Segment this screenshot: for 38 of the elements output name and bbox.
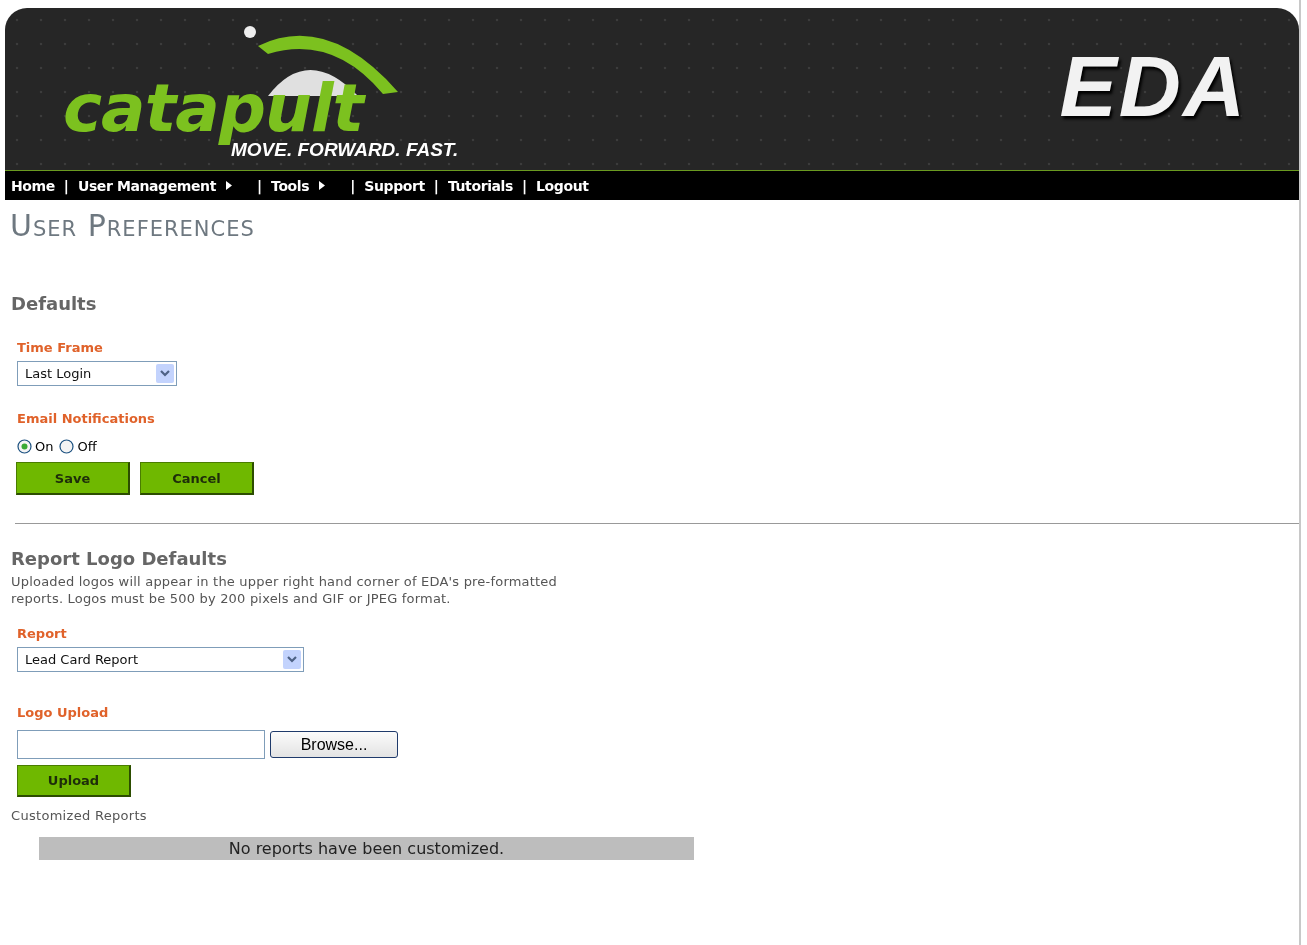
nav-link[interactable]: Logout (536, 177, 589, 194)
radio-button[interactable] (17, 439, 32, 454)
dropdown-caret-icon (156, 364, 174, 383)
nav-separator: | (350, 177, 356, 194)
field-label: Time Frame (17, 340, 103, 355)
nav-link[interactable]: Support (364, 177, 425, 194)
nav-link[interactable]: Home (11, 177, 55, 194)
description-text: Uploaded logos will appear in the upper right hand corner of EDA's pre-formatted reports. Logos must be 500 by 200 pixels and GIF or JPEG format. (11, 573, 558, 607)
section-heading: Report Logo Defaults (11, 548, 228, 569)
save-button[interactable]: Save (16, 462, 130, 495)
time-frame-dropdown[interactable]: Last Login (17, 361, 177, 386)
tagline: MOVE. FORWARD. FAST. (231, 139, 459, 161)
radio-button[interactable] (59, 439, 75, 454)
browse-button[interactable]: Browse... (270, 731, 398, 758)
file-path-field[interactable] (17, 730, 265, 759)
nav-link[interactable]: Tutorials (447, 177, 513, 194)
nav-separator: | (521, 177, 528, 194)
section-heading: Defaults (11, 293, 98, 314)
nav-link[interactable]: Tools (271, 177, 342, 194)
empty-reports-message: No reports have been customized. (39, 837, 694, 860)
nav-separator: | (257, 177, 263, 194)
submenu-arrow-icon (226, 181, 232, 190)
report-dropdown[interactable]: Lead Card Report (17, 647, 304, 672)
field-label: Logo Upload (17, 705, 109, 720)
product-name: EDA (1059, 37, 1247, 136)
radio-label: Off (77, 439, 97, 454)
field-label: Report (17, 626, 67, 641)
customized-reports-label: Customized Reports (11, 808, 148, 823)
cancel-button[interactable]: Cancel (140, 462, 254, 495)
field-label: Email Notifications (17, 411, 155, 426)
radio-label: On (35, 439, 54, 454)
nav-separator: | (433, 177, 439, 194)
submenu-arrow-icon (319, 181, 326, 190)
upload-button[interactable]: Upload (17, 765, 131, 797)
nav-separator: | (63, 177, 69, 194)
nav-link[interactable]: User Management (77, 177, 248, 194)
page-title: User Preferences (10, 208, 256, 243)
dropdown-caret-icon (283, 650, 301, 669)
